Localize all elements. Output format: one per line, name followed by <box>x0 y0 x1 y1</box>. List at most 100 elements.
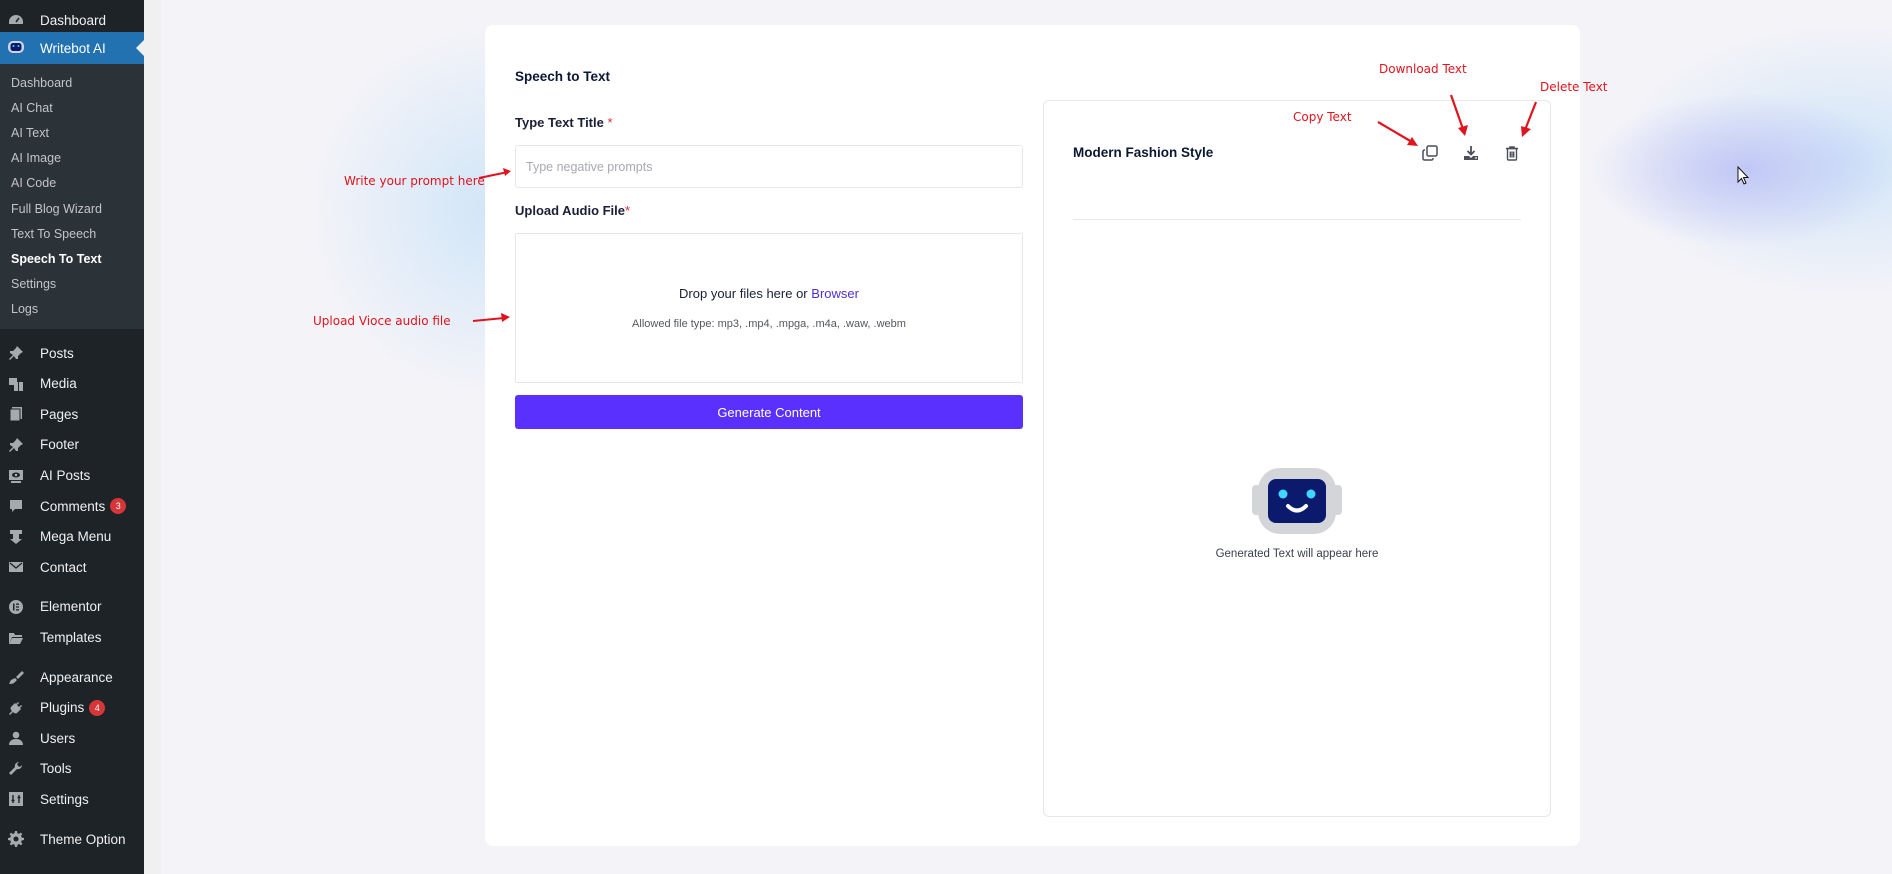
sidebar-item-footer[interactable]: Footer <box>0 430 144 461</box>
sidebar-item-contact[interactable]: Contact <box>0 552 144 583</box>
sidebar-item-label: Users <box>40 730 76 746</box>
sidebar-item-settings[interactable]: Settings <box>0 784 144 815</box>
form-title: Speech to Text <box>515 69 611 84</box>
empty-state-text: Generated Text will appear here <box>1215 548 1379 560</box>
plugins-count-badge: 4 <box>89 699 106 716</box>
sidebar-item-label: Appearance <box>40 669 113 685</box>
annotation-delete-text: Delete Text <box>1540 80 1608 94</box>
sidebar-item-templates[interactable]: Templates <box>0 622 144 653</box>
output-panel: Modern Fashion Style Generated Text will… <box>1043 100 1551 817</box>
title-field-label-text: Type Text Title <box>515 115 604 130</box>
audio-dropzone[interactable]: Drop your files here or Browser Allowed … <box>515 233 1023 383</box>
trash-icon <box>1506 146 1518 161</box>
output-actions <box>1420 143 1522 163</box>
output-divider <box>1073 219 1521 220</box>
sidebar-item-label: Comments <box>40 498 106 514</box>
gear-icon <box>8 831 24 848</box>
submenu-item-speech-to-text[interactable]: Speech To Text <box>0 246 144 271</box>
sidebar-item-writebot-ai[interactable]: Writebot AI <box>0 32 144 64</box>
annotation-copy-text: Copy Text <box>1293 110 1352 124</box>
sidebar-item-label: Tools <box>40 761 72 777</box>
sidebar-item-ai-posts[interactable]: AI Posts <box>0 460 144 491</box>
sidebar-item-label: Elementor <box>40 599 102 615</box>
sidebar-item-comments[interactable]: Comments 3 <box>0 491 144 522</box>
sidebar-item-tools[interactable]: Tools <box>0 754 144 785</box>
sidebar-item-label: Plugins <box>40 700 85 716</box>
annotation-write-prompt: Write your prompt here <box>344 174 485 188</box>
monitor-eye-icon <box>8 468 24 484</box>
submenu-item-dashboard[interactable]: Dashboard <box>0 70 144 95</box>
dropzone-text: Drop your files here or <box>679 286 808 301</box>
submenu-item-ai-code[interactable]: AI Code <box>0 171 144 196</box>
robot-icon <box>8 40 24 56</box>
annotation-arrow <box>1377 121 1418 146</box>
sidebar-item-label: Pages <box>40 406 79 422</box>
generate-content-button[interactable]: Generate Content <box>515 395 1023 429</box>
annotation-arrow <box>472 313 510 322</box>
annotation-arrow <box>1521 101 1538 137</box>
sidebar-item-users[interactable]: Users <box>0 723 144 754</box>
title-field-label: Type Text Title * <box>515 115 613 130</box>
download-text-button[interactable] <box>1461 143 1481 163</box>
empty-state: Generated Text will appear here <box>1044 468 1550 560</box>
sidebar-item-label: Footer <box>40 437 80 453</box>
allowed-file-types: Allowed file type: mp3, .mp4, .mpga, .m4… <box>632 318 906 330</box>
sidebar-item-label: Templates <box>40 630 102 646</box>
sidebar-item-label: AI Posts <box>40 468 91 484</box>
submenu-item-ai-chat[interactable]: AI Chat <box>0 95 144 120</box>
required-mark: * <box>625 203 631 218</box>
sidebar-item-media[interactable]: Media <box>0 368 144 399</box>
sidebar-item-label: Posts <box>40 345 74 361</box>
sidebar-item-label: Writebot AI <box>40 40 106 56</box>
sidebar-item-posts[interactable]: Posts <box>0 338 144 369</box>
mouse-cursor-icon <box>1737 166 1750 185</box>
sidebar-item-mega-menu[interactable]: Mega Menu <box>0 521 144 552</box>
brush-icon <box>8 669 24 685</box>
text-title-input[interactable] <box>515 145 1023 188</box>
sidebar-item-elementor[interactable]: Elementor <box>0 592 144 623</box>
sidebar-item-label: Mega Menu <box>40 529 112 545</box>
sidebar-item-appearance[interactable]: Appearance <box>0 662 144 693</box>
copy-icon <box>1422 145 1438 161</box>
comments-count-badge: 3 <box>110 498 127 515</box>
dashboard-icon <box>8 12 24 28</box>
submenu-item-full-blog-wizard[interactable]: Full Blog Wizard <box>0 196 144 221</box>
submenu-item-settings[interactable]: Settings <box>0 272 144 297</box>
sidebar-item-theme-option[interactable]: Theme Option <box>0 824 144 855</box>
submenu-item-ai-text[interactable]: AI Text <box>0 120 144 145</box>
media-icon <box>8 376 24 392</box>
audio-field-label: Upload Audio File* <box>515 203 630 218</box>
submenu-item-text-to-speech[interactable]: Text To Speech <box>0 221 144 246</box>
comment-icon <box>8 498 24 514</box>
sidebar-item-plugins[interactable]: Plugins 4 <box>0 692 144 723</box>
annotation-download-text: Download Text <box>1379 62 1467 76</box>
output-title: Modern Fashion Style <box>1073 145 1214 160</box>
writebot-submenu: Dashboard AI Chat AI Text AI Image AI Co… <box>0 64 144 329</box>
submenu-item-logs[interactable]: Logs <box>0 297 144 322</box>
sidebar-item-pages[interactable]: Pages <box>0 399 144 430</box>
submenu-item-ai-image[interactable]: AI Image <box>0 146 144 171</box>
browse-link[interactable]: Browser <box>811 286 859 301</box>
required-mark: * <box>607 115 613 130</box>
robot-icon <box>1252 468 1342 534</box>
pin-icon <box>8 345 24 361</box>
audio-field-label-text: Upload Audio File <box>515 203 626 218</box>
dropzone-instructions: Drop your files here or Browser <box>516 286 1022 301</box>
annotation-arrow <box>1449 94 1468 136</box>
elementor-icon <box>8 599 24 615</box>
mega-menu-icon <box>8 529 24 545</box>
annotation-arrow <box>478 168 511 179</box>
pages-icon <box>8 406 24 422</box>
sidebar-item-label: Contact <box>40 559 87 575</box>
sidebar-item-label: Theme Option <box>40 831 126 847</box>
sidebar-item-label: Media <box>40 376 77 392</box>
admin-sidebar: Dashboard Writebot AI Dashboard AI Chat … <box>0 0 144 874</box>
mail-icon <box>8 559 24 575</box>
pin-icon <box>8 437 24 453</box>
wrench-icon <box>8 761 24 777</box>
folder-icon <box>8 630 24 646</box>
delete-text-button[interactable] <box>1502 143 1522 163</box>
sidebar-item-label: Settings <box>40 791 89 807</box>
download-icon <box>1464 146 1478 160</box>
copy-text-button[interactable] <box>1420 143 1440 163</box>
